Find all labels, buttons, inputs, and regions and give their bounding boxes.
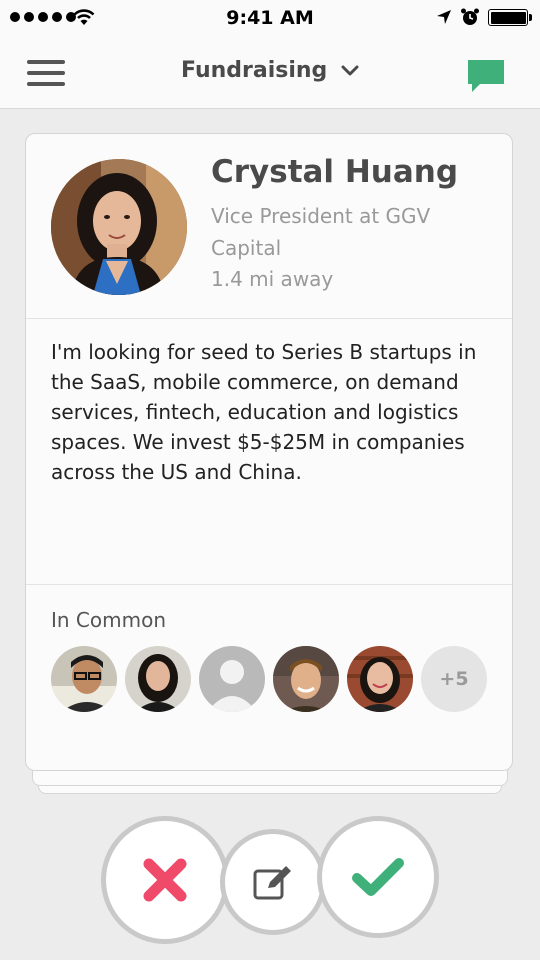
profile-card[interactable]: Crystal Huang Vice President at GGV Capi… <box>25 133 513 771</box>
profile-bio: I'm looking for seed to Series B startup… <box>51 340 477 484</box>
reject-button[interactable] <box>101 816 229 944</box>
status-time: 9:41 AM <box>226 7 314 29</box>
add-note-button[interactable] <box>220 829 326 935</box>
profile-name: Crystal Huang <box>211 154 459 190</box>
divider <box>26 318 512 319</box>
profile-job-title: Vice President at GGV Capital <box>211 204 431 260</box>
location-arrow-icon <box>437 10 451 24</box>
nav-title: Fundraising <box>181 58 328 83</box>
battery-icon <box>488 9 528 26</box>
common-connection-avatar[interactable] <box>273 646 339 712</box>
close-icon <box>143 858 187 902</box>
nav-title-dropdown[interactable]: Fundraising <box>0 58 540 83</box>
check-icon <box>352 858 404 896</box>
common-connection-avatar-placeholder[interactable] <box>199 646 265 712</box>
accept-button[interactable] <box>317 816 439 938</box>
edit-icon <box>253 866 291 900</box>
status-bar: 9:41 AM <box>0 0 540 36</box>
nav-bar: Fundraising <box>0 36 540 109</box>
profile-avatar <box>51 159 187 295</box>
in-common-list: +5 <box>51 646 487 712</box>
common-connection-avatar[interactable] <box>125 646 191 712</box>
profile-distance: 1.4 mi away <box>211 267 334 291</box>
chevron-down-icon <box>341 65 359 76</box>
in-common-label: In Common <box>51 608 167 632</box>
alarm-clock-icon <box>461 8 479 25</box>
battery-nub <box>529 14 532 21</box>
divider <box>26 584 512 585</box>
common-connection-avatar[interactable] <box>347 646 413 712</box>
common-connection-avatar[interactable] <box>51 646 117 712</box>
chat-icon[interactable] <box>466 58 506 94</box>
more-connections-badge[interactable]: +5 <box>421 646 487 712</box>
